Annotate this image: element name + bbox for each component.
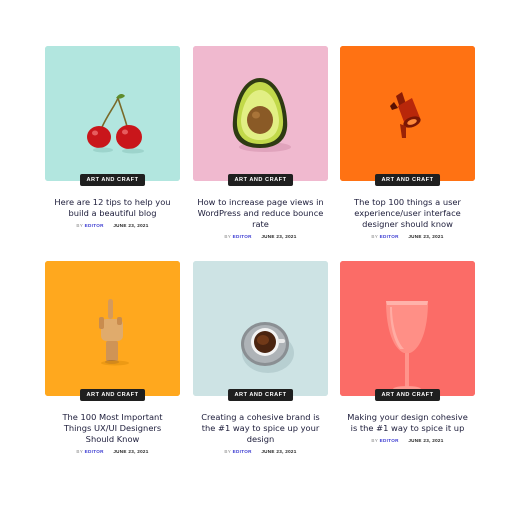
wooden-hand-image [45, 261, 180, 396]
category-badge[interactable]: ART AND CRAFT [79, 389, 146, 401]
post-date: JUNE 23, 2021 [113, 223, 149, 228]
post-title[interactable]: The top 100 things a user experience/use… [340, 197, 475, 230]
byline-prefix: BY [371, 234, 379, 239]
post-grid: ART AND CRAFT Here are 12 tips to help y… [0, 0, 520, 510]
byline-prefix: BY [224, 449, 232, 454]
author-link[interactable]: EDITOR [85, 449, 104, 454]
category-badge[interactable]: ART AND CRAFT [227, 389, 294, 401]
post-title[interactable]: Making your design cohesive is the #1 wa… [340, 412, 475, 434]
post-date: JUNE 23, 2021 [408, 438, 444, 443]
category-badge[interactable]: ART AND CRAFT [227, 174, 294, 186]
post-card[interactable]: ART AND CRAFT The 100 Most Important Thi… [45, 261, 180, 454]
post-thumbnail-cherries[interactable] [45, 46, 180, 181]
post-meta: BY EDITOR JUNE 23, 2021 [45, 223, 180, 228]
author-link[interactable]: EDITOR [233, 234, 252, 239]
author-link[interactable]: EDITOR [380, 438, 399, 443]
post-date: JUNE 23, 2021 [261, 234, 297, 239]
post-meta: BY EDITOR JUNE 23, 2021 [340, 234, 475, 239]
post-date: JUNE 23, 2021 [261, 449, 297, 454]
avocado-image [193, 46, 328, 181]
post-meta: BY EDITOR JUNE 23, 2021 [45, 449, 180, 454]
post-card[interactable]: ART AND CRAFT How to increase page views… [193, 46, 328, 239]
post-meta: BY EDITOR JUNE 23, 2021 [193, 449, 328, 454]
wine-glass-image [340, 261, 475, 396]
post-thumbnail-wine-glass[interactable] [340, 261, 475, 396]
category-badge[interactable]: ART AND CRAFT [374, 389, 441, 401]
post-title[interactable]: How to increase page views in WordPress … [193, 197, 328, 230]
post-thumbnail-avocado[interactable] [193, 46, 328, 181]
post-thumbnail-megaphone[interactable] [340, 46, 475, 181]
megaphone-image [340, 46, 475, 181]
post-date: JUNE 23, 2021 [408, 234, 444, 239]
post-title[interactable]: Creating a cohesive brand is the #1 way … [193, 412, 328, 445]
cherries-image [45, 46, 180, 181]
byline-prefix: BY [76, 449, 84, 454]
author-link[interactable]: EDITOR [85, 223, 104, 228]
post-card[interactable]: ART AND CRAFT Here are 12 tips to help y… [45, 46, 180, 228]
category-badge[interactable]: ART AND CRAFT [79, 174, 146, 186]
author-link[interactable]: EDITOR [233, 449, 252, 454]
post-meta: BY EDITOR JUNE 23, 2021 [340, 438, 475, 443]
post-title[interactable]: Here are 12 tips to help you build a bea… [45, 197, 180, 219]
coffee-cup-image [193, 261, 328, 396]
author-link[interactable]: EDITOR [380, 234, 399, 239]
byline-prefix: BY [224, 234, 232, 239]
post-card[interactable]: ART AND CRAFT Making your design cohesiv… [340, 261, 475, 443]
byline-prefix: BY [76, 223, 84, 228]
post-title[interactable]: The 100 Most Important Things UX/UI Desi… [45, 412, 180, 445]
post-card[interactable]: ART AND CRAFT Creating a cohesive brand … [193, 261, 328, 454]
post-thumbnail-coffee-cup[interactable] [193, 261, 328, 396]
post-card[interactable]: ART AND CRAFT The top 100 things a user … [340, 46, 475, 239]
category-badge[interactable]: ART AND CRAFT [374, 174, 441, 186]
post-date: JUNE 23, 2021 [113, 449, 149, 454]
post-thumbnail-wooden-hand[interactable] [45, 261, 180, 396]
post-meta: BY EDITOR JUNE 23, 2021 [193, 234, 328, 239]
byline-prefix: BY [371, 438, 379, 443]
